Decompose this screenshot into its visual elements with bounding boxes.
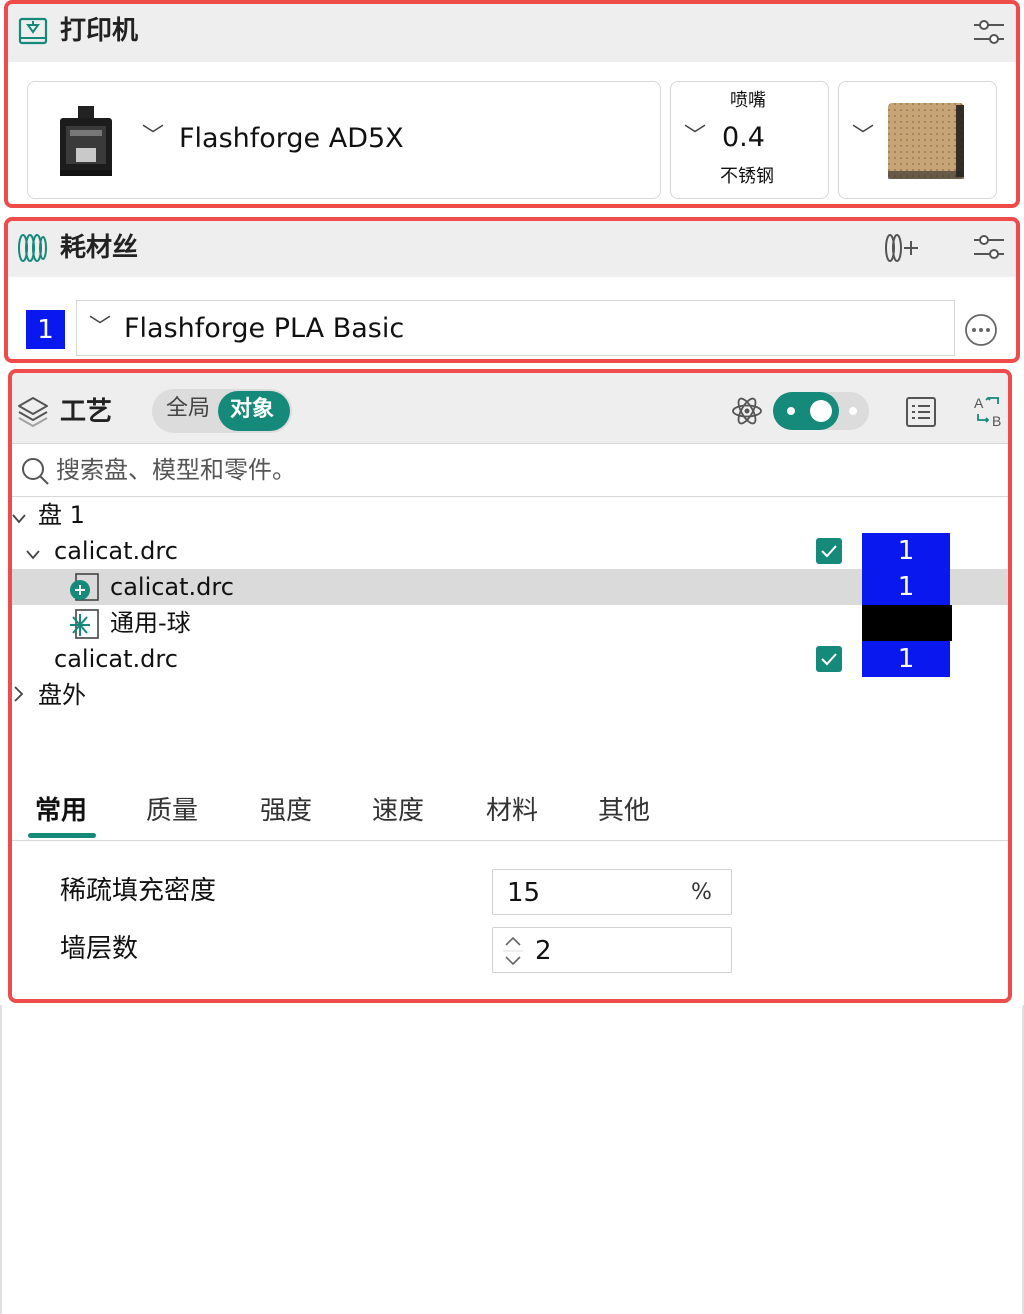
- filament-frame: [4, 217, 1020, 363]
- process-frame: [8, 369, 1012, 1003]
- filament-section: 耗材丝 1 ﹀ Flashforge PLA Basic: [0, 217, 1024, 363]
- empty-panel-area: [0, 1005, 1024, 1314]
- printer-section: 打印机 ﹀ Flashforge AD5X 喷嘴 ﹀ 0.4 不锈钢 ﹀: [0, 0, 1024, 208]
- printer-frame: [4, 0, 1020, 208]
- process-section: 工艺 全局 对象 A B 搜索盘、模型和零件。 盘 1 calicat.drc …: [0, 369, 1024, 1003]
